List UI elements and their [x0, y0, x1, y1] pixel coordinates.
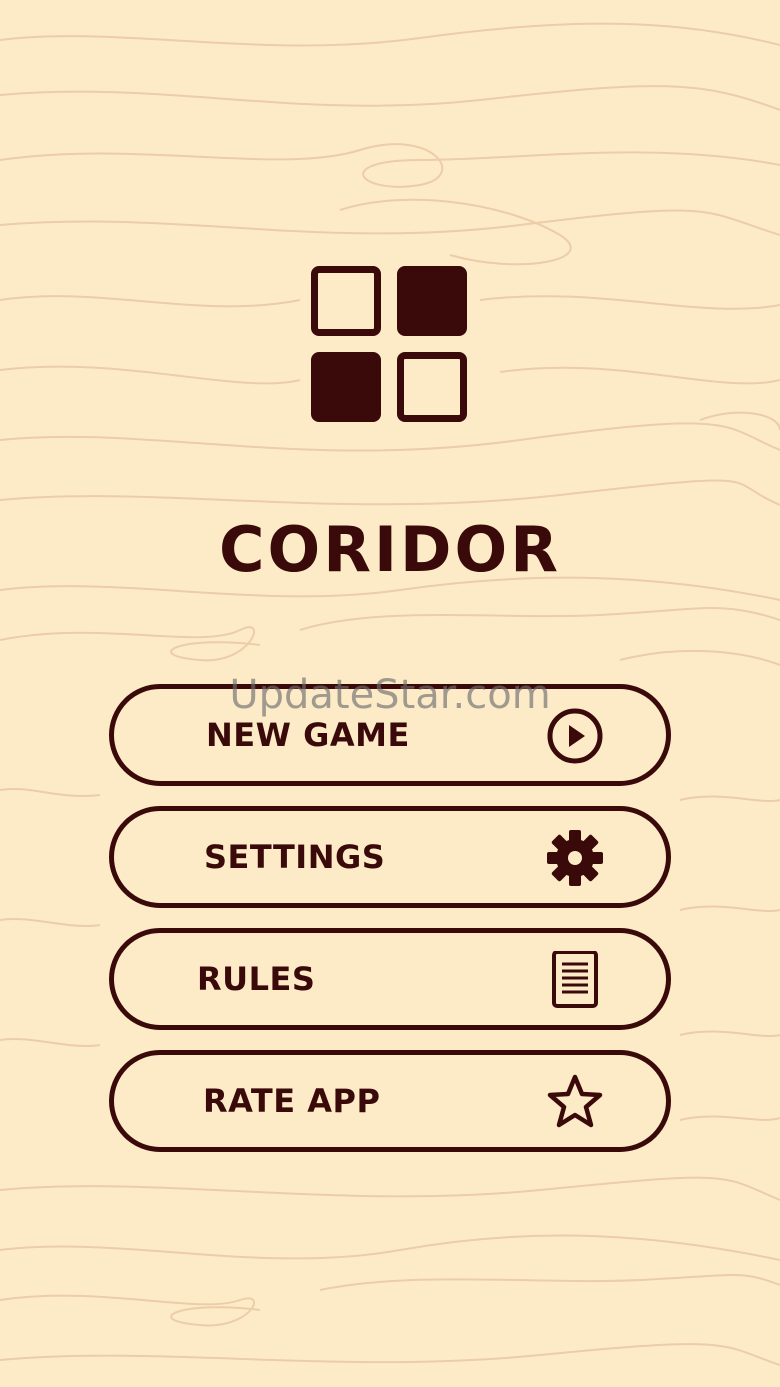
star-icon	[547, 1074, 603, 1128]
logo-tile-filled	[311, 352, 381, 422]
new-game-button[interactable]: NEW GAME	[109, 684, 671, 786]
logo-tile-empty	[397, 352, 467, 422]
rate-app-button[interactable]: RATE APP	[109, 1050, 671, 1152]
rate-app-label: RATE APP	[203, 1082, 381, 1120]
rules-button[interactable]: RULES	[109, 928, 671, 1030]
document-icon	[552, 951, 598, 1008]
play-circle-icon	[547, 708, 603, 764]
app-logo	[311, 266, 469, 424]
logo-tile-filled	[397, 266, 467, 336]
new-game-label: NEW GAME	[206, 716, 410, 754]
rules-label: RULES	[197, 960, 316, 998]
settings-label: SETTINGS	[204, 838, 386, 876]
logo-tile-empty	[311, 266, 381, 336]
app-title: CORIDOR	[219, 513, 561, 586]
gear-icon	[547, 830, 603, 886]
settings-button[interactable]: SETTINGS	[109, 806, 671, 908]
